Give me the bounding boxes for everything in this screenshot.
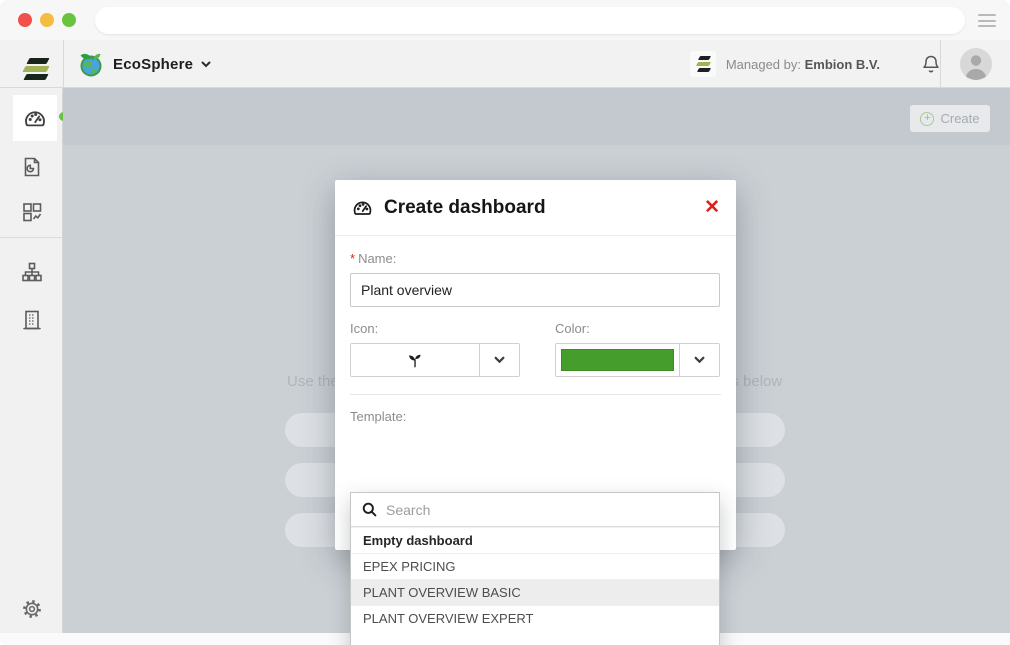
sidebar-item-dashboards[interactable]	[13, 95, 57, 141]
building-icon	[20, 308, 44, 332]
sidebar	[0, 88, 63, 633]
template-option-plant-overview-expert[interactable]: PLANT OVERVIEW EXPERT	[351, 605, 719, 631]
managed-by-company: Embion B.V.	[805, 57, 880, 72]
sidebar-item-settings[interactable]	[0, 586, 63, 632]
sidebar-item-buildings[interactable]	[0, 297, 63, 343]
user-menu[interactable]	[941, 40, 1010, 88]
browser-chrome	[0, 0, 1010, 40]
embion-mini-logo-icon	[690, 51, 716, 77]
url-bar[interactable]	[95, 7, 965, 34]
managed-by-label: Managed by:	[726, 57, 801, 72]
search-icon	[362, 502, 377, 517]
chevron-down-icon	[679, 344, 719, 376]
template-dropdown: Empty dashboard EPEX PRICING PLANT OVERV…	[350, 492, 720, 645]
page-content-overlay: + Create Use the ' es below	[63, 88, 1010, 633]
brand-name: EcoSphere	[113, 56, 193, 73]
sidebar-item-hierarchy[interactable]	[0, 249, 63, 295]
avatar	[960, 48, 992, 80]
window-minimize-button[interactable]	[40, 13, 54, 27]
window-close-button[interactable]	[18, 13, 32, 27]
template-search-input[interactable]	[386, 502, 708, 518]
plus-circle-icon: +	[920, 112, 934, 126]
gear-icon	[21, 598, 43, 620]
header-divider	[63, 40, 64, 87]
sidebar-item-widgets[interactable]	[0, 189, 63, 235]
chevron-down-icon	[479, 344, 519, 376]
ecosphere-logo-icon	[78, 51, 105, 78]
create-dashboard-button: + Create	[910, 105, 990, 132]
browser-menu-icon[interactable]	[978, 14, 996, 27]
required-asterisk: *	[350, 251, 355, 266]
template-field-label: Template:	[350, 409, 721, 424]
gauge-icon	[22, 105, 48, 131]
create-button-label: Create	[940, 111, 979, 126]
chevron-down-icon	[201, 61, 211, 68]
widgets-grid-icon	[20, 200, 44, 224]
browser-window: EcoSphere Managed by: Embion B.V.	[0, 0, 1010, 645]
app-header: EcoSphere Managed by: Embion B.V.	[0, 40, 1010, 88]
window-zoom-button[interactable]	[62, 13, 76, 27]
template-option-plant-overview-basic[interactable]: PLANT OVERVIEW BASIC	[351, 579, 719, 605]
notifications-bell-icon[interactable]	[922, 54, 940, 74]
template-search	[351, 493, 719, 527]
color-select[interactable]	[555, 343, 720, 377]
sidebar-divider	[0, 237, 62, 238]
modal-title: Create dashboard	[384, 197, 704, 219]
name-field-label: *Name:	[350, 251, 721, 266]
gauge-icon	[351, 196, 374, 219]
templates-hint-text: Use the '	[287, 373, 336, 390]
section-divider	[350, 394, 721, 395]
dashboard-name-input[interactable]	[350, 273, 720, 307]
seedling-icon	[351, 344, 479, 376]
close-icon[interactable]: ✕	[704, 198, 720, 217]
embion-logo-icon	[20, 51, 48, 80]
managed-by: Managed by: Embion B.V.	[690, 40, 940, 88]
color-field-label: Color:	[555, 321, 720, 336]
create-dashboard-modal: Create dashboard ✕ *Name: Icon:	[335, 180, 736, 550]
sitemap-icon	[20, 260, 44, 284]
template-option-empty-dashboard[interactable]: Empty dashboard	[351, 527, 719, 553]
icon-select[interactable]	[350, 343, 520, 377]
dashboard-toolbar	[63, 88, 1010, 145]
modal-header: Create dashboard ✕	[335, 180, 736, 236]
color-swatch	[561, 349, 674, 371]
sidebar-item-reports[interactable]	[0, 144, 63, 190]
template-option-epex-pricing[interactable]: EPEX PRICING	[351, 553, 719, 579]
report-document-icon	[20, 155, 44, 179]
workspace-switcher[interactable]: EcoSphere	[78, 40, 211, 88]
icon-field-label: Icon:	[350, 321, 520, 336]
